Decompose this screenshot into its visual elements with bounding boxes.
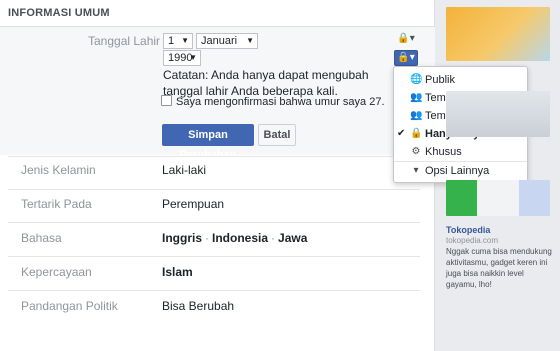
- birthday-label: Tanggal Lahir: [88, 34, 161, 48]
- check-icon: ✔: [397, 128, 406, 139]
- divider: [8, 222, 420, 223]
- lock-icon: 🔒: [410, 128, 423, 139]
- day-month-privacy-button[interactable]: 🔒▾: [394, 32, 418, 48]
- separator-dot: ·: [271, 231, 276, 245]
- divider: [8, 189, 420, 190]
- profile-info-panel: INFORMASI UMUM Tanggal Lahir 1 ▼ Januari…: [0, 0, 435, 351]
- menu-item-label: Khusus: [425, 146, 462, 158]
- menu-item-label: Opsi Lainnya: [425, 165, 490, 177]
- privacy-option-public[interactable]: 🌐 Publik: [394, 71, 527, 89]
- divider: [8, 256, 420, 257]
- row-label-religion: Kepercayaan: [21, 265, 92, 279]
- language-link[interactable]: Inggris: [162, 231, 202, 245]
- privacy-option-more[interactable]: ▾ Opsi Lainnya: [394, 162, 527, 180]
- row-label-interested-in: Tertarik Pada: [21, 197, 92, 211]
- language-link[interactable]: Jawa: [278, 231, 307, 245]
- caret-down-icon: ▾: [413, 165, 419, 176]
- cancel-button[interactable]: Batal: [258, 124, 296, 146]
- ad-description: Nggak cuma bisa mendukung aktivitasmu, g…: [446, 247, 552, 289]
- row-value-political: Bisa Berubah: [162, 299, 235, 313]
- ad-image[interactable]: [446, 7, 550, 61]
- row-label-political: Pandangan Politik: [21, 299, 118, 313]
- age-confirm-checkbox[interactable]: Saya mengonfirmasi bahwa umur saya 27.: [161, 95, 385, 108]
- year-select[interactable]: 1990 ▼: [163, 50, 201, 66]
- chevron-down-icon: ▼: [181, 36, 189, 45]
- month-select-value: Januari: [201, 35, 238, 47]
- lock-icon: 🔒▾: [397, 52, 415, 63]
- row-value-interested-in: Perempuan: [162, 197, 225, 211]
- gear-icon: ⚙: [411, 146, 421, 157]
- year-privacy-button[interactable]: 🔒▾: [394, 50, 418, 66]
- row-value-gender: Laki-laki: [162, 163, 207, 177]
- row-label-languages: Bahasa: [21, 231, 62, 245]
- divider: [8, 156, 420, 157]
- section-title: INFORMASI UMUM: [8, 7, 110, 19]
- row-value-languages: Inggris · Indonesia · Jawa: [162, 231, 307, 245]
- friends-icon: 👥: [410, 92, 423, 103]
- row-label-gender: Jenis Kelamin: [21, 163, 96, 177]
- checkbox-icon[interactable]: [161, 95, 172, 106]
- row-value-religion[interactable]: Islam: [162, 265, 193, 279]
- language-link[interactable]: Indonesia: [212, 231, 268, 245]
- ad-image[interactable]: [446, 180, 550, 216]
- lock-icon: 🔒▾: [397, 33, 415, 44]
- privacy-option-custom[interactable]: ⚙ Khusus: [394, 143, 527, 161]
- month-select[interactable]: Januari ▼: [196, 33, 258, 49]
- separator-dot: ·: [205, 231, 210, 245]
- age-confirm-label: Saya mengonfirmasi bahwa umur saya 27.: [176, 96, 385, 108]
- menu-item-label: Publik: [425, 74, 455, 86]
- chevron-down-icon: ▼: [189, 53, 197, 62]
- divider: [8, 290, 420, 291]
- ad-image[interactable]: [446, 91, 550, 137]
- chevron-down-icon: ▼: [246, 36, 254, 45]
- day-select[interactable]: 1 ▼: [163, 33, 193, 49]
- friends-except-icon: 👥: [410, 110, 423, 121]
- day-select-value: 1: [168, 35, 175, 47]
- globe-icon: 🌐: [410, 74, 423, 85]
- save-button[interactable]: Simpan Perubahan: [162, 124, 254, 161]
